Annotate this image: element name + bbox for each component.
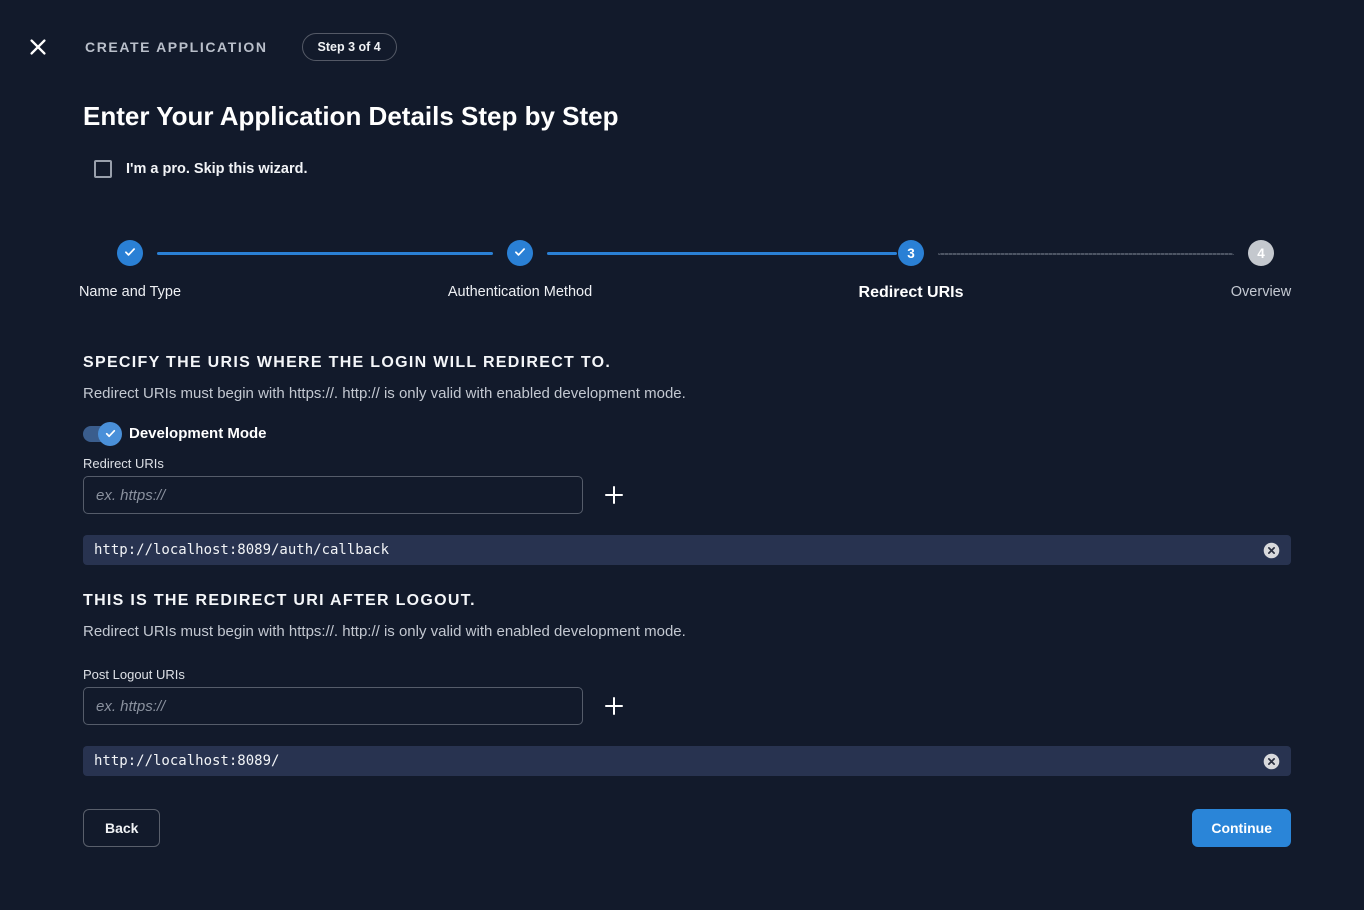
back-button[interactable]: Back <box>83 809 160 847</box>
redirect-uri-value: http://localhost:8089/auth/callback <box>94 542 1262 558</box>
step-4-circle[interactable]: 4 <box>1248 240 1274 266</box>
redirect-section-title: SPECIFY THE URIS WHERE THE LOGIN WILL RE… <box>83 354 1291 372</box>
dev-mode-toggle[interactable] <box>83 426 119 442</box>
wizard-header: CREATE APPLICATION Step 3 of 4 <box>0 0 1364 61</box>
add-post-logout-uri-button[interactable] <box>597 689 631 723</box>
plus-icon <box>602 483 626 507</box>
redirect-section-description: Redirect URIs must begin with https://. … <box>83 385 1291 402</box>
post-logout-uri-chip: http://localhost:8089/ <box>83 746 1291 776</box>
post-logout-uris-field-label: Post Logout URIs <box>83 667 1291 682</box>
wizard-actions: Back Continue <box>83 809 1291 847</box>
skip-wizard-checkbox[interactable] <box>94 160 112 178</box>
check-icon <box>513 245 527 262</box>
continue-button[interactable]: Continue <box>1192 809 1291 847</box>
step-4-label: Overview <box>1231 284 1291 300</box>
redirect-uri-input-row <box>83 476 1291 514</box>
toggle-thumb <box>98 422 122 446</box>
step-1-circle[interactable] <box>117 240 143 266</box>
redirect-uri-chip: http://localhost:8089/auth/callback <box>83 535 1291 565</box>
stepper-line-2 <box>547 252 897 255</box>
step-1-label: Name and Type <box>79 284 181 300</box>
step-2-label: Authentication Method <box>448 284 592 300</box>
stepper-line-1 <box>157 252 493 255</box>
step-3-label: Redirect URIs <box>859 284 964 302</box>
page-title: CREATE APPLICATION <box>85 39 268 55</box>
check-icon <box>104 427 117 440</box>
logout-section-description: Redirect URIs must begin with https://. … <box>83 623 1291 640</box>
step-4-number: 4 <box>1257 246 1265 261</box>
remove-post-logout-uri-icon[interactable] <box>1262 752 1280 770</box>
post-logout-uri-input[interactable] <box>83 687 583 725</box>
post-logout-uri-value: http://localhost:8089/ <box>94 753 1262 769</box>
step-2-circle[interactable] <box>507 240 533 266</box>
post-logout-uri-input-row <box>83 687 1291 725</box>
close-icon[interactable] <box>27 36 49 58</box>
plus-icon <box>602 694 626 718</box>
dev-mode-row: Development Mode <box>83 425 1291 442</box>
check-icon <box>123 245 137 262</box>
stepper-line-3 <box>938 253 1234 255</box>
step-badge: Step 3 of 4 <box>302 33 397 61</box>
redirect-uris-field-label: Redirect URIs <box>83 456 1291 471</box>
step-3-number: 3 <box>907 246 915 261</box>
dev-mode-label: Development Mode <box>129 425 267 442</box>
logout-section-title: THIS IS THE REDIRECT URI AFTER LOGOUT. <box>83 592 1291 610</box>
wizard-stepper: 3 4 Name and Type Authentication Method … <box>83 240 1291 306</box>
wizard-heading: Enter Your Application Details Step by S… <box>83 101 1291 132</box>
create-application-wizard: CREATE APPLICATION Step 3 of 4 Enter You… <box>0 0 1364 910</box>
step-3-circle[interactable]: 3 <box>898 240 924 266</box>
remove-redirect-uri-icon[interactable] <box>1262 541 1280 559</box>
skip-wizard-row: I'm a pro. Skip this wizard. <box>94 160 1291 178</box>
redirect-uri-input[interactable] <box>83 476 583 514</box>
add-redirect-uri-button[interactable] <box>597 478 631 512</box>
skip-wizard-label: I'm a pro. Skip this wizard. <box>126 161 308 177</box>
